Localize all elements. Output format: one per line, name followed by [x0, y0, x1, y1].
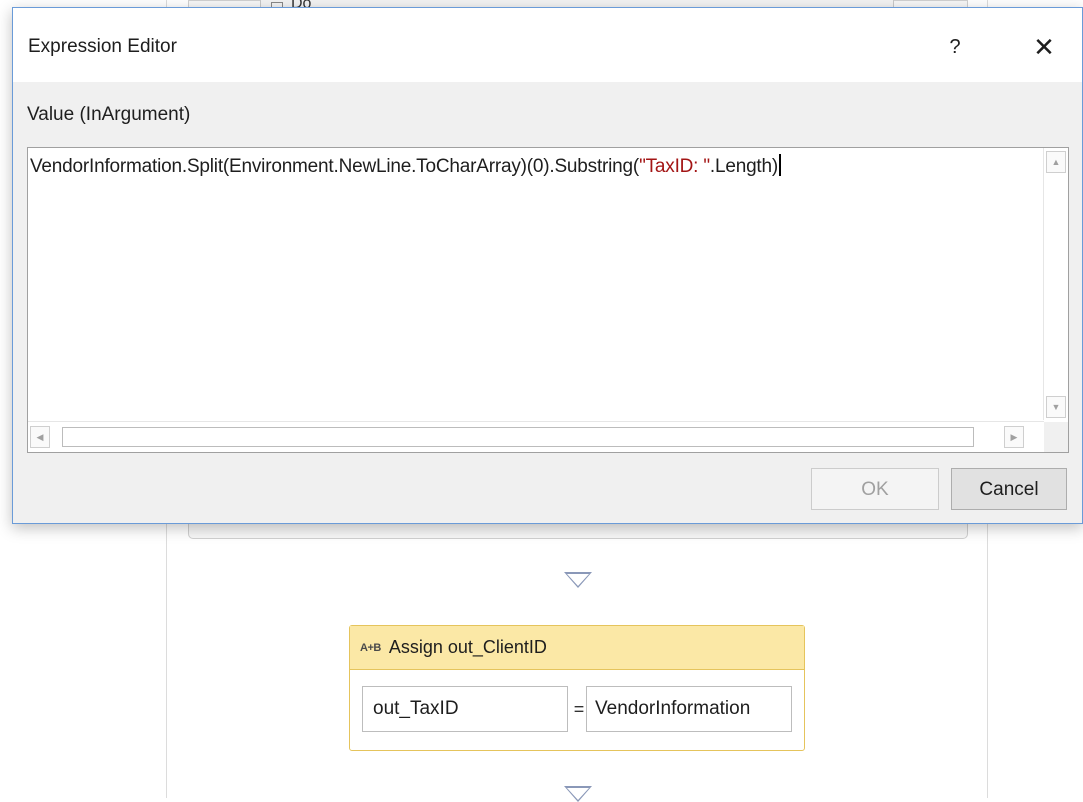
value-label: Value (InArgument)	[27, 104, 191, 125]
horizontal-scroll-thumb[interactable]	[62, 427, 974, 447]
scroll-corner	[1044, 422, 1068, 452]
question-mark-icon: ?	[949, 36, 961, 58]
assign-body: out_TaxID = VendorInformation	[350, 670, 804, 750]
close-button[interactable]: ✕	[1016, 24, 1072, 70]
expression-input[interactable]: VendorInformation.Split(Environment.NewL…	[27, 147, 1069, 453]
expression-string-literal: "TaxID: "	[639, 156, 710, 177]
expression-text[interactable]: VendorInformation.Split(Environment.NewL…	[30, 154, 782, 178]
expression-editor-dialog: Expression Editor ? ✕ Value (InArgument)…	[12, 7, 1083, 524]
expression-prefix: VendorInformation.Split(Environment.NewL…	[30, 156, 640, 177]
connector-arrow-icon[interactable]	[564, 786, 592, 802]
horizontal-scrollbar[interactable]: ◀ ▶	[28, 421, 1044, 452]
connector-arrow-icon[interactable]	[564, 572, 592, 588]
assign-value-field[interactable]: VendorInformation	[586, 686, 792, 732]
assign-activity[interactable]: A+B Assign out_ClientID out_TaxID = Vend…	[349, 625, 805, 751]
triangle-left-icon[interactable]: ◀	[30, 426, 50, 448]
help-button[interactable]: ?	[929, 24, 981, 70]
dialog-title: Expression Editor	[28, 36, 177, 57]
triangle-up-icon[interactable]: ▲	[1046, 151, 1066, 173]
assign-icon: A+B	[360, 641, 381, 654]
assign-activity-header[interactable]: A+B Assign out_ClientID	[350, 626, 804, 670]
close-icon: ✕	[1033, 32, 1055, 62]
dialog-titlebar[interactable]: Expression Editor ? ✕	[13, 8, 1082, 82]
triangle-down-icon[interactable]: ▼	[1046, 396, 1066, 418]
assign-title: Assign out_ClientID	[388, 637, 547, 657]
assign-equals-sign: =	[573, 699, 585, 719]
assign-to-field[interactable]: out_TaxID	[362, 686, 568, 732]
triangle-right-icon[interactable]: ▶	[1004, 426, 1024, 448]
vertical-scrollbar[interactable]: ▲ ▼	[1043, 148, 1068, 420]
expression-suffix: .Length)	[709, 156, 779, 177]
cancel-button[interactable]: Cancel	[951, 468, 1067, 510]
ok-button[interactable]: OK	[811, 468, 939, 510]
text-caret	[779, 154, 782, 176]
